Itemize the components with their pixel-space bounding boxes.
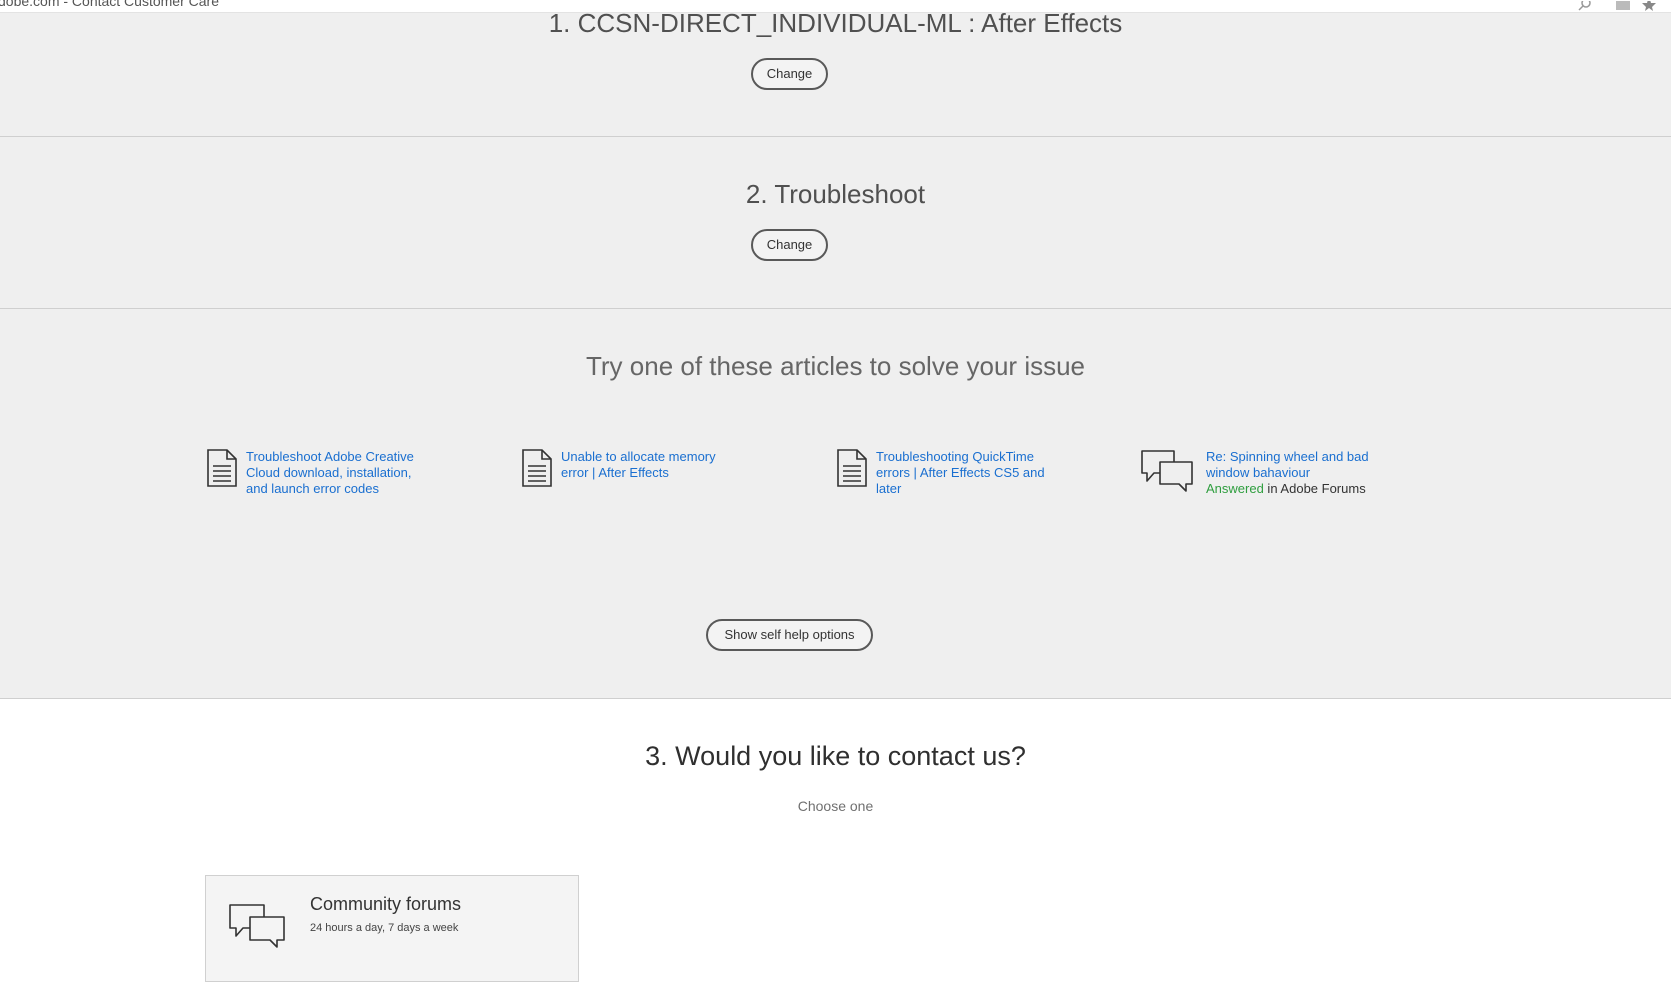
- document-icon: [522, 449, 552, 487]
- show-self-help-button[interactable]: Show self help options: [706, 619, 873, 651]
- browser-tab-title[interactable]: dobe.com - Contact Customer Care: [0, 0, 219, 9]
- article-link[interactable]: Unable to allocate memory error | After …: [561, 449, 736, 481]
- forum-source: in Adobe Forums: [1263, 481, 1366, 496]
- article-item: Troubleshooting QuickTime errors | After…: [836, 449, 1066, 497]
- document-icon: [207, 449, 237, 487]
- community-forums-option[interactable]: Community forums 24 hours a day, 7 days …: [205, 875, 579, 982]
- forum-thread-link[interactable]: Re: Spinning wheel and bad window bahavi…: [1206, 449, 1386, 481]
- bookmark-star-icon[interactable]: [1642, 0, 1656, 12]
- community-forums-title: Community forums: [310, 894, 462, 914]
- community-forums-hours: 24 hours a day, 7 days a week: [310, 922, 459, 934]
- step2-change-button[interactable]: Change: [751, 229, 828, 261]
- step1-section: 1. CCSN-DIRECT_INDIVIDUAL-ML : After Eff…: [0, 0, 1671, 137]
- article-item: Troubleshoot Adobe Creative Cloud downlo…: [206, 449, 436, 497]
- extension-icon[interactable]: [1615, 0, 1631, 12]
- step2-section: 2. Troubleshoot Change: [0, 137, 1671, 309]
- article-item: Unable to allocate memory error | After …: [521, 449, 741, 487]
- chat-bubbles-icon: [1141, 450, 1193, 492]
- answered-status: Answered: [1206, 481, 1264, 496]
- browser-top-bar: dobe.com - Contact Customer Care: [0, 0, 1671, 13]
- step1-change-button[interactable]: Change: [751, 58, 828, 90]
- search-icon[interactable]: [1578, 0, 1592, 12]
- forum-article-item: Re: Spinning wheel and bad window bahavi…: [1140, 449, 1390, 497]
- articles-section: Try one of these articles to solve your …: [0, 309, 1671, 699]
- articles-heading: Try one of these articles to solve your …: [585, 351, 1086, 381]
- contact-title: 3. Would you like to contact us?: [645, 741, 1026, 771]
- article-link[interactable]: Troubleshooting QuickTime errors | After…: [876, 449, 1056, 497]
- document-icon: [837, 449, 867, 487]
- chat-bubbles-icon: [229, 904, 285, 948]
- step2-title: 2. Troubleshoot: [745, 179, 926, 209]
- article-link[interactable]: Troubleshoot Adobe Creative Cloud downlo…: [246, 449, 436, 497]
- choose-one-text: Choose one: [797, 798, 874, 814]
